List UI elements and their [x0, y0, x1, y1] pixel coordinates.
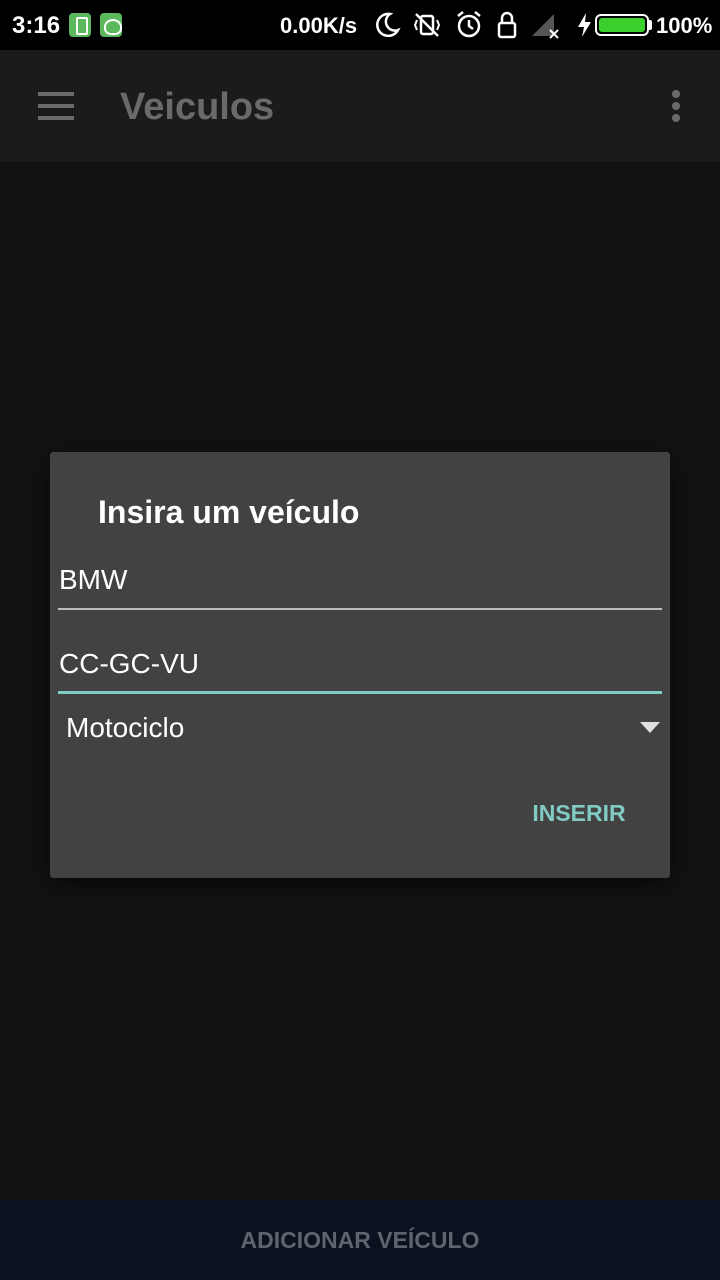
status-time: 3:16 [12, 12, 61, 39]
battery-percent: 100% [656, 13, 713, 38]
brand-input[interactable]: BMW [58, 560, 662, 610]
alarm-icon [457, 11, 481, 38]
plate-input[interactable]: CC-GC-VU [58, 644, 662, 694]
add-vehicle-button[interactable]: ADICIONAR VEÍCULO [0, 1200, 720, 1280]
vehicle-type-dropdown[interactable]: Motociclo [58, 702, 662, 752]
battery-tip [649, 20, 652, 30]
status-bar: 3:16 0.00K/s 100% [0, 0, 720, 50]
battery-level-fill [599, 18, 645, 32]
insert-vehicle-dialog: Insira um veículo BMW CC-GC-VU Motociclo… [50, 452, 670, 878]
android-notification-icon [100, 13, 122, 37]
more-vertical-icon[interactable] [660, 86, 692, 128]
insert-button[interactable]: INSERIR [524, 800, 634, 830]
battery-icon [595, 14, 649, 36]
signal-icon [532, 14, 559, 39]
page-title: Veiculos [120, 86, 275, 128]
dropdown-arrow-icon [640, 722, 660, 733]
app-bar: Veiculos [0, 50, 720, 162]
vibrate-off-icon [413, 13, 441, 37]
dialog-title: Insira um veículo [98, 494, 360, 530]
lock-rotation-icon [497, 11, 517, 39]
network-speed: 0.00K/s [280, 13, 358, 38]
vehicle-type-selected: Motociclo [66, 712, 185, 743]
battery-notification-icon [69, 13, 91, 37]
moon-icon [376, 12, 401, 38]
hamburger-menu-icon[interactable] [30, 86, 82, 126]
bottom-bar: ADICIONAR VEÍCULO [0, 1200, 720, 1280]
